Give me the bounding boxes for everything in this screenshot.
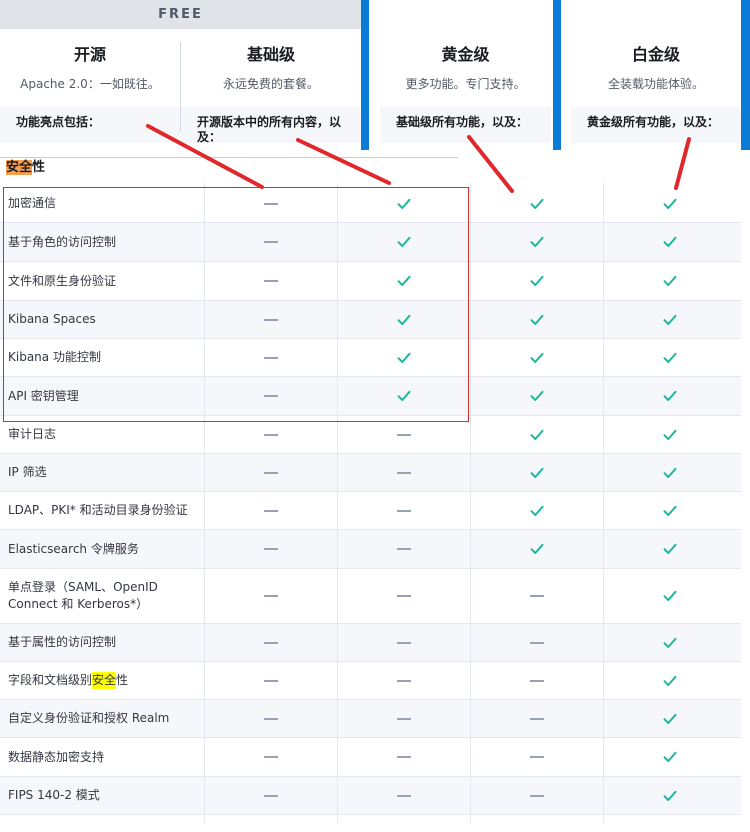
feature-label-part: 性	[116, 673, 129, 687]
check-icon	[660, 339, 680, 376]
feature-label: 基于属性的访问控制	[8, 635, 117, 649]
feature-label: 数据静态加密支持	[8, 749, 105, 764]
table-row: LDAP、PKI* 和活动目录身份验证	[0, 492, 741, 530]
check-icon	[527, 185, 547, 222]
dash-icon	[261, 492, 281, 529]
feature-label: Elasticsearch 令牌服务	[8, 541, 139, 556]
dash-icon	[394, 569, 414, 623]
dash-icon	[394, 454, 414, 491]
table-row: 字段和文档级别 安全性	[0, 662, 741, 700]
dash-icon	[394, 530, 414, 568]
check-icon	[527, 492, 547, 529]
check-icon	[660, 492, 680, 529]
check-icon	[527, 530, 547, 568]
check-icon	[527, 339, 547, 376]
tier-desc: 更多功能。专门支持。	[405, 77, 526, 91]
feature-label: 字段和文档级别 安全性	[8, 662, 128, 699]
dash-icon	[394, 662, 414, 699]
check-icon	[527, 301, 547, 338]
check-icon	[527, 262, 547, 300]
section-title-highlight: 安全	[6, 160, 33, 175]
check-icon	[660, 569, 680, 623]
table-row: Elasticsearch 令牌服务	[0, 530, 741, 569]
tier-desc: 永远免费的套餐。	[222, 77, 319, 91]
dash-icon	[261, 530, 281, 568]
tier-desc: 全装载功能体验。	[607, 77, 704, 91]
feature-label: 单点登录（SAML、OpenID Connect 和 Kerberos*）	[8, 580, 158, 611]
check-icon	[527, 377, 547, 415]
tier-name: 白金级	[631, 45, 680, 64]
dash-icon	[394, 492, 414, 529]
dash-icon	[394, 700, 414, 737]
check-icon	[660, 185, 680, 222]
free-badge: FREE	[0, 0, 361, 29]
table-row: 单点登录（SAML、OpenID Connect 和 Kerberos*）	[0, 569, 741, 624]
check-icon	[660, 738, 680, 776]
dash-icon	[394, 624, 414, 661]
feature-label: FIPS 140-2 模式	[8, 788, 100, 802]
dash-icon	[394, 738, 414, 776]
table-row: FIPS 140-2 模式	[0, 777, 741, 815]
section-title-rest: 性	[32, 160, 46, 175]
check-icon	[660, 662, 680, 699]
accent-bar	[361, 0, 369, 150]
tier-name: 基础级	[246, 45, 295, 64]
annotation-box	[3, 187, 469, 422]
tier-name: 开源	[73, 45, 106, 64]
dash-icon	[261, 738, 281, 776]
dash-icon	[261, 454, 281, 491]
dash-icon	[527, 777, 547, 814]
check-icon	[660, 454, 680, 491]
dash-icon	[527, 738, 547, 776]
dash-icon	[527, 569, 547, 623]
dash-icon	[394, 777, 414, 814]
dash-icon	[527, 700, 547, 737]
feature-label: IP 筛选	[8, 465, 47, 479]
check-icon	[660, 624, 680, 661]
check-icon	[527, 416, 547, 453]
tier-includes: 功能亮点包括：	[0, 107, 180, 143]
table-row: 自定义身份验证和授权 Realm	[0, 700, 741, 738]
check-icon	[527, 223, 547, 261]
feature-label: LDAP、PKI* 和活动目录身份验证	[8, 503, 188, 517]
section-title: 安全性	[6, 156, 45, 175]
check-icon	[660, 301, 680, 338]
accent-bar	[553, 0, 561, 150]
table-row: 基于属性的访问控制	[0, 624, 741, 662]
dash-icon	[261, 662, 281, 699]
column-divider	[470, 183, 471, 823]
section-divider	[0, 157, 458, 158]
check-icon	[660, 223, 680, 261]
dash-icon	[261, 777, 281, 814]
check-icon	[660, 416, 680, 453]
check-icon	[660, 377, 680, 415]
tier-name: 黄金级	[441, 45, 490, 64]
feature-label-highlight: 安全	[92, 672, 117, 689]
check-icon	[660, 777, 680, 814]
dash-icon	[261, 700, 281, 737]
check-icon	[660, 262, 680, 300]
table-row: IP 筛选	[0, 454, 741, 492]
tier-includes: 黄金级所有功能，以及：	[571, 107, 741, 143]
table-row: 数据静态加密支持	[0, 738, 741, 777]
tier-includes: 开源版本中的所有内容，以及：	[181, 107, 361, 144]
column-divider	[603, 183, 604, 823]
dash-icon	[261, 569, 281, 623]
check-icon	[660, 530, 680, 568]
feature-label-part: 字段和文档级别	[8, 673, 93, 687]
check-icon	[527, 454, 547, 491]
accent-bar	[741, 0, 750, 150]
feature-label: 自定义身份验证和授权 Realm	[8, 711, 170, 725]
tier-desc: Apache 2.0：一如既往。	[20, 77, 160, 91]
tier-includes: 基础级所有功能，以及：	[380, 107, 551, 143]
dash-icon	[527, 624, 547, 661]
check-icon	[660, 700, 680, 737]
dash-icon	[527, 662, 547, 699]
dash-icon	[261, 624, 281, 661]
